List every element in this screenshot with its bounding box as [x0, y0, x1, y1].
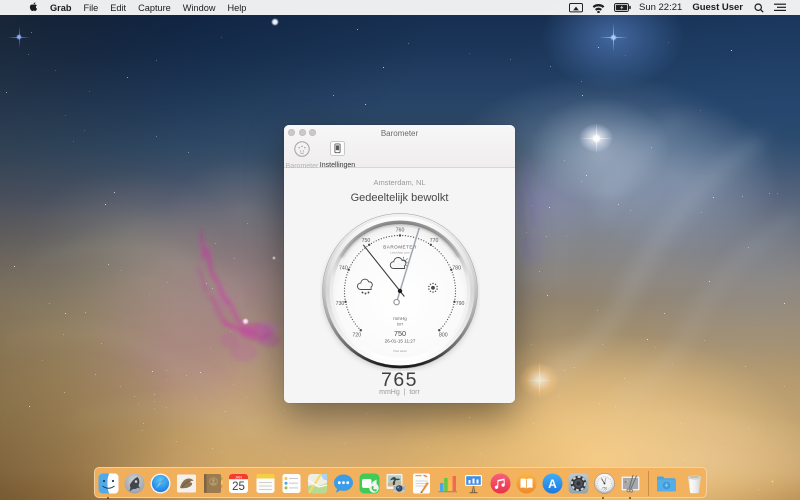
svg-text:Plezi tekstil: Plezi tekstil: [394, 349, 407, 353]
svg-text:770: 770: [430, 238, 439, 244]
svg-text:720: 720: [352, 332, 361, 338]
svg-text:790: 790: [456, 301, 465, 307]
svg-text:730: 730: [336, 301, 345, 307]
svg-text:torr: torr: [397, 322, 404, 327]
svg-text:750: 750: [362, 238, 371, 244]
svg-text:JAN: JAN: [235, 475, 242, 479]
svg-text:750: 750: [394, 329, 406, 338]
svg-text:800: 800: [439, 332, 448, 338]
svg-text:25: 25: [232, 481, 245, 493]
svg-text:A: A: [548, 477, 557, 491]
svg-text:LionsApp.com: LionsApp.com: [390, 250, 410, 254]
svg-text:740: 740: [339, 265, 348, 271]
svg-text:750: 750: [601, 487, 607, 491]
svg-text:mmHg: mmHg: [393, 316, 407, 321]
svg-text:26-01-15 11:27: 26-01-15 11:27: [385, 339, 416, 344]
svg-text:780: 780: [452, 265, 461, 271]
svg-text:760: 760: [396, 228, 405, 234]
